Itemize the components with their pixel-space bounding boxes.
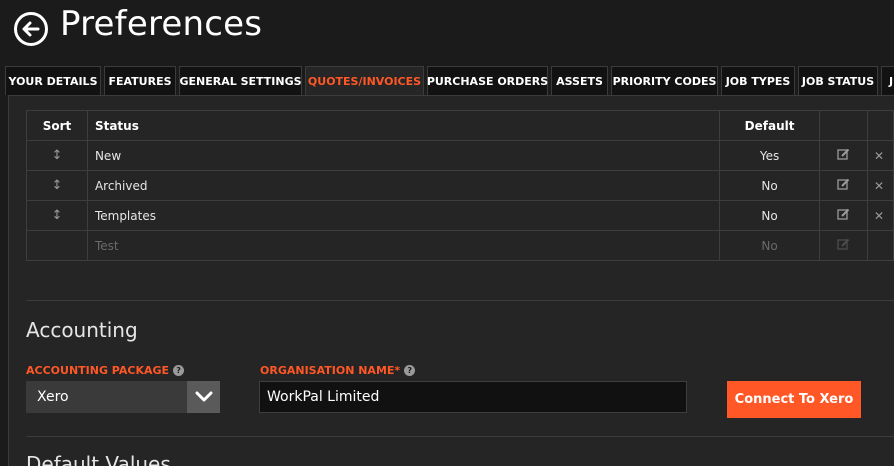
tab-purchase-orders[interactable]: PURCHASE ORDERS	[427, 66, 548, 95]
section-divider	[26, 436, 894, 437]
status-cell: New	[86, 140, 721, 171]
sort-handle	[26, 230, 88, 261]
sort-arrows-icon[interactable]: ↕	[52, 208, 63, 223]
organisation-name-label-text: ORGANISATION NAME*	[260, 364, 401, 377]
question-circle-icon[interactable]: ?	[173, 365, 185, 376]
page-header: Preferences	[0, 0, 894, 64]
page-title: Preferences	[60, 4, 263, 44]
close-x-icon[interactable]: ✕	[874, 149, 884, 163]
accounting-package-value: Xero	[37, 389, 69, 405]
sort-arrows-icon[interactable]: ↕	[52, 148, 63, 163]
status-table: Sort Status Default ↕ New Yes ✕ ↕ Archiv…	[26, 110, 894, 261]
edit-cell[interactable]	[819, 200, 868, 231]
delete-cell[interactable]: ✕	[866, 170, 894, 201]
tab-job-types[interactable]: JOB TYPES	[721, 66, 795, 95]
sort-handle[interactable]: ↕	[26, 170, 88, 201]
table-row: Test No	[26, 230, 894, 261]
tab-overflow[interactable]: J	[881, 66, 894, 95]
status-cell: Test	[86, 230, 721, 261]
sort-handle[interactable]: ↕	[26, 140, 88, 171]
edit-cell[interactable]	[819, 170, 868, 201]
sort-arrows-icon[interactable]: ↕	[52, 178, 63, 193]
accounting-package-select[interactable]: Xero	[26, 381, 220, 413]
organisation-name-label: ORGANISATION NAME* ?	[260, 364, 416, 377]
connect-to-xero-button[interactable]: Connect To Xero	[727, 381, 861, 418]
organisation-name-input[interactable]	[259, 381, 687, 413]
section-divider	[26, 300, 894, 301]
accounting-title: Accounting	[26, 318, 138, 342]
tab-assets[interactable]: ASSETS	[551, 66, 608, 95]
column-header-delete	[866, 110, 894, 141]
table-header-row: Sort Status Default	[26, 110, 894, 141]
edit-pencil-icon[interactable]	[837, 178, 850, 191]
delete-cell[interactable]: ✕	[866, 200, 894, 231]
column-header-sort[interactable]: Sort	[26, 110, 88, 141]
sort-handle[interactable]: ↕	[26, 200, 88, 231]
column-header-status[interactable]: Status	[86, 110, 721, 141]
tab-job-status[interactable]: JOB STATUS	[798, 66, 878, 95]
back-button[interactable]	[14, 12, 48, 46]
close-x-icon[interactable]: ✕	[874, 209, 884, 223]
accounting-package-label: ACCOUNTING PACKAGE ?	[26, 364, 185, 377]
accounting-package-label-text: ACCOUNTING PACKAGE	[26, 364, 170, 377]
table-row: ↕ New Yes ✕	[26, 140, 894, 171]
column-header-edit	[819, 110, 868, 141]
question-circle-icon[interactable]: ?	[404, 365, 416, 376]
default-cell: No	[719, 170, 821, 201]
tab-quotes-invoices[interactable]: QUOTES/INVOICES	[305, 66, 424, 95]
status-cell: Templates	[86, 200, 721, 231]
delete-cell	[866, 230, 894, 261]
table-row: ↕ Archived No ✕	[26, 170, 894, 201]
delete-cell[interactable]: ✕	[866, 140, 894, 171]
edit-pencil-icon[interactable]	[837, 208, 850, 221]
tab-priority-codes[interactable]: PRIORITY CODES	[611, 66, 718, 95]
tab-your-details[interactable]: YOUR DETAILS	[5, 66, 101, 95]
tab-features[interactable]: FEATURES	[104, 66, 176, 95]
close-x-icon[interactable]: ✕	[874, 179, 884, 193]
default-cell: Yes	[719, 140, 821, 171]
default-cell: No	[719, 200, 821, 231]
table-row: ↕ Templates No ✕	[26, 200, 894, 231]
chevron-down-icon[interactable]	[187, 381, 220, 413]
edit-cell[interactable]	[819, 140, 868, 171]
edit-pencil-icon	[837, 238, 850, 251]
status-cell: Archived	[86, 170, 721, 201]
default-cell: No	[719, 230, 821, 261]
arrow-left-icon	[22, 21, 40, 37]
tab-general-settings[interactable]: GENERAL SETTINGS	[179, 66, 302, 95]
column-header-default[interactable]: Default	[719, 110, 821, 141]
tab-bar: YOUR DETAILS FEATURES GENERAL SETTINGS Q…	[0, 66, 894, 100]
edit-cell	[819, 230, 868, 261]
edit-pencil-icon[interactable]	[837, 148, 850, 161]
default-values-title: Default Values	[26, 452, 171, 466]
